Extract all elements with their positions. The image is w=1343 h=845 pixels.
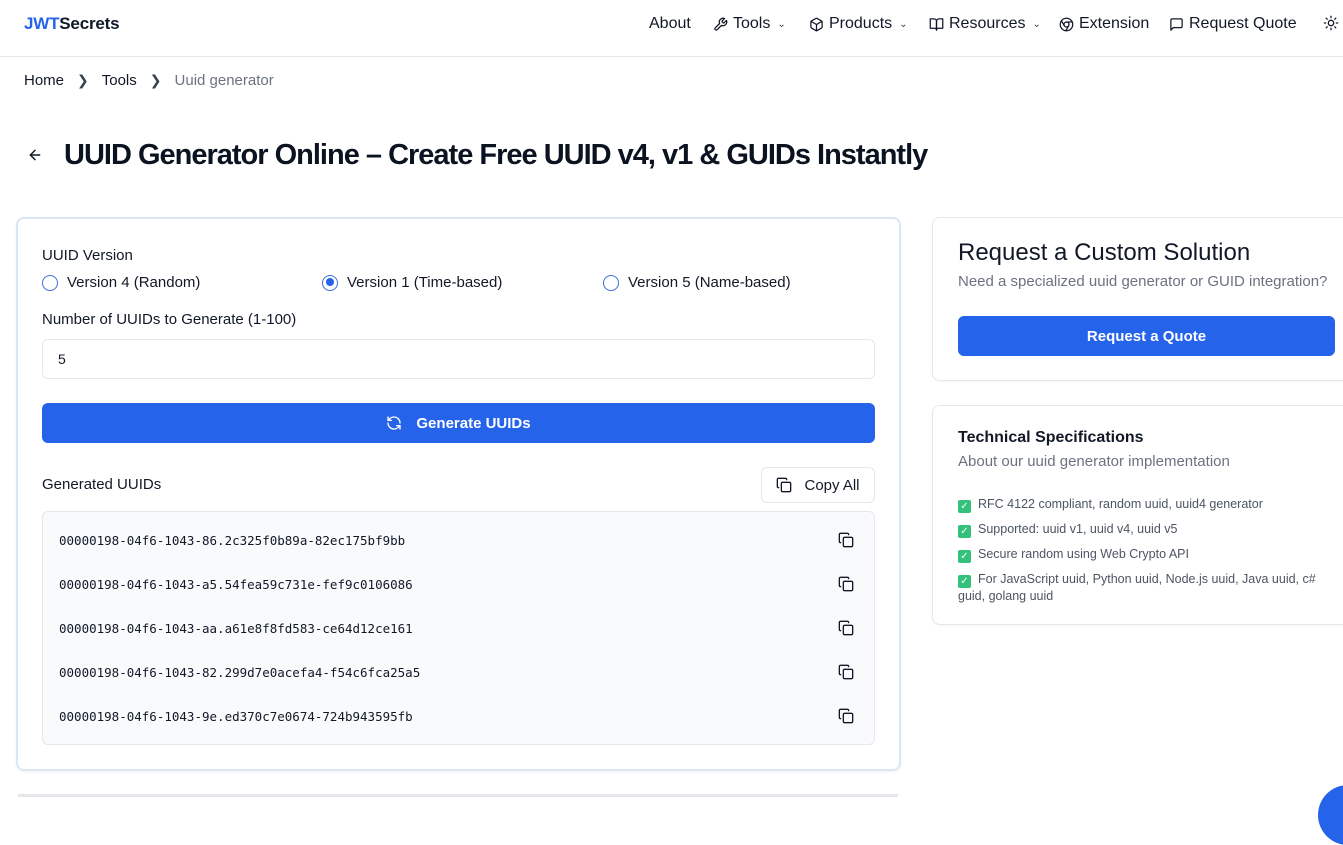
uuid-row: 00000198-04f6-1043-aa.a61e8f8fd583-ce64d… bbox=[43, 606, 874, 650]
radio-label: Version 5 (Name-based) bbox=[628, 274, 791, 291]
radio-button[interactable] bbox=[42, 274, 58, 291]
breadcrumb: Home ❯ Tools ❯ Uuid generator bbox=[24, 72, 274, 89]
chevron-right-icon: ❯ bbox=[149, 72, 162, 88]
nav-about-label: About bbox=[649, 15, 691, 32]
copy-icon[interactable] bbox=[838, 576, 854, 592]
copy-icon[interactable] bbox=[838, 532, 854, 548]
chevron-down-icon: ⌄ bbox=[777, 18, 786, 30]
uuid-value: 00000198-04f6-1043-aa.a61e8f8fd583-ce64d… bbox=[59, 620, 413, 636]
message-square-icon bbox=[1170, 17, 1183, 31]
results-label: Generated UUIDs bbox=[42, 476, 162, 493]
breadcrumb-current: Uuid generator bbox=[174, 72, 274, 89]
theme-toggle[interactable] bbox=[1323, 15, 1339, 31]
count-label: Number of UUIDs to Generate (1-100) bbox=[42, 311, 297, 328]
custom-solution-title: Request a Custom Solution bbox=[958, 239, 1251, 266]
spec-item: ✓ RFC 4122 compliant, random uuid, uuid4 … bbox=[958, 496, 1338, 513]
nav-extension[interactable]: Extension bbox=[1059, 15, 1149, 33]
check-icon: ✓ bbox=[958, 500, 971, 513]
spec-item: ✓ Secure random using Web Crypto API bbox=[958, 546, 1338, 563]
tech-specs-subtitle: About our uuid generator implementation bbox=[958, 453, 1230, 470]
radio-button-checked[interactable] bbox=[322, 274, 338, 291]
page-title: UUID Generator Online – Create Free UUID… bbox=[64, 139, 928, 171]
tech-specs-title: Technical Specifications bbox=[958, 429, 1144, 446]
refresh-icon bbox=[387, 416, 402, 430]
uuid-value: 00000198-04f6-1043-9e.ed370c7e0674-724b9… bbox=[59, 708, 413, 724]
nav-request-quote[interactable]: Request Quote bbox=[1169, 15, 1297, 33]
generate-button[interactable]: Generate UUIDs bbox=[42, 403, 875, 443]
chevron-down-icon: ⌄ bbox=[899, 18, 908, 30]
nav-resources-label: Resources bbox=[949, 15, 1026, 32]
nav-extension-label: Extension bbox=[1079, 15, 1150, 32]
uuid-version-label: UUID Version bbox=[42, 247, 133, 264]
logo-jwt: JWT bbox=[24, 14, 60, 33]
nav-resources[interactable]: Resources ⌄ bbox=[929, 15, 1041, 33]
custom-solution-subtitle: Need a specialized uuid generator or GUI… bbox=[958, 273, 1328, 290]
copy-icon bbox=[777, 477, 792, 493]
spec-text: RFC 4122 compliant, random uuid, uuid4 g… bbox=[978, 497, 1263, 511]
logo-secrets: Secrets bbox=[59, 14, 120, 33]
copy-icon[interactable] bbox=[838, 620, 854, 636]
uuid-row: 00000198-04f6-1043-9e.ed370c7e0674-724b9… bbox=[43, 694, 874, 738]
chrome-icon bbox=[1059, 17, 1074, 31]
copy-icon[interactable] bbox=[838, 708, 854, 724]
uuid-row: 00000198-04f6-1043-82.299d7e0acefa4-f54c… bbox=[43, 650, 874, 694]
check-icon: ✓ bbox=[958, 550, 971, 563]
sun-icon bbox=[1323, 15, 1339, 31]
spec-item: ✓ For JavaScript uuid, Python uuid, Node.… bbox=[958, 571, 1338, 604]
uuid-row: 00000198-04f6-1043-86.2c325f0b89a-82ec17… bbox=[43, 518, 874, 562]
nav-about[interactable]: About bbox=[649, 15, 691, 33]
spec-text: For JavaScript uuid, Python uuid, Node.j… bbox=[958, 572, 1316, 603]
chevron-right-icon: ❯ bbox=[77, 72, 89, 88]
copy-icon[interactable] bbox=[838, 664, 854, 680]
top-navbar: JWTSecrets About Tools ⌄ Products ⌄ Reso… bbox=[0, 0, 1343, 57]
nav-products[interactable]: Products ⌄ bbox=[809, 15, 908, 33]
arrow-left-icon bbox=[29, 149, 41, 161]
radio-button[interactable] bbox=[603, 274, 619, 291]
uuid-value: 00000198-04f6-1043-86.2c325f0b89a-82ec17… bbox=[59, 532, 406, 548]
uuid-row: 00000198-04f6-1043-a5.54fea59c731e-fef9c… bbox=[43, 562, 874, 606]
radio-version-1[interactable]: Version 1 (Time-based) bbox=[322, 274, 502, 291]
copy-all-label: Copy All bbox=[804, 476, 860, 494]
request-quote-label: Request a Quote bbox=[1086, 327, 1207, 345]
site-logo[interactable]: JWTSecrets bbox=[24, 14, 120, 34]
spec-item: ✓ Supported: uuid v1, uuid v4, uuid v5 bbox=[958, 521, 1338, 538]
nav-tools-label: Tools bbox=[733, 15, 771, 32]
radio-label: Version 1 (Time-based) bbox=[347, 274, 503, 291]
uuid-value: 00000198-04f6-1043-a5.54fea59c731e-fef9c… bbox=[59, 576, 413, 592]
radio-version-5[interactable]: Version 5 (Name-based) bbox=[603, 274, 791, 291]
check-icon: ✓ bbox=[958, 575, 971, 588]
spec-text: Supported: uuid v1, uuid v4, uuid v5 bbox=[978, 522, 1178, 536]
nav-tools[interactable]: Tools ⌄ bbox=[713, 15, 786, 33]
copy-all-button[interactable]: Copy All bbox=[761, 467, 875, 503]
uuid-list: 00000198-04f6-1043-86.2c325f0b89a-82ec17… bbox=[42, 511, 875, 745]
wrench-icon bbox=[714, 17, 728, 31]
count-input[interactable] bbox=[42, 339, 875, 379]
spec-text: Secure random using Web Crypto API bbox=[978, 547, 1189, 561]
back-button[interactable] bbox=[27, 147, 43, 168]
box-icon bbox=[810, 17, 823, 31]
request-quote-button[interactable]: Request a Quote bbox=[958, 316, 1335, 356]
book-icon bbox=[929, 17, 944, 31]
chat-fab-button[interactable] bbox=[1318, 785, 1343, 845]
nav-products-label: Products bbox=[829, 15, 893, 32]
breadcrumb-home[interactable]: Home bbox=[24, 72, 64, 89]
breadcrumb-tools[interactable]: Tools bbox=[102, 72, 137, 89]
check-icon: ✓ bbox=[958, 525, 971, 538]
radio-version-4[interactable]: Version 4 (Random) bbox=[42, 274, 200, 291]
generate-button-label: Generate UUIDs bbox=[416, 414, 531, 432]
chevron-down-icon: ⌄ bbox=[1032, 18, 1041, 30]
uuid-value: 00000198-04f6-1043-82.299d7e0acefa4-f54c… bbox=[59, 664, 421, 680]
radio-label: Version 4 (Random) bbox=[67, 274, 201, 291]
nav-request-quote-label: Request Quote bbox=[1189, 15, 1297, 32]
tech-specs-list: ✓ RFC 4122 compliant, random uuid, uuid4 … bbox=[958, 496, 1338, 612]
